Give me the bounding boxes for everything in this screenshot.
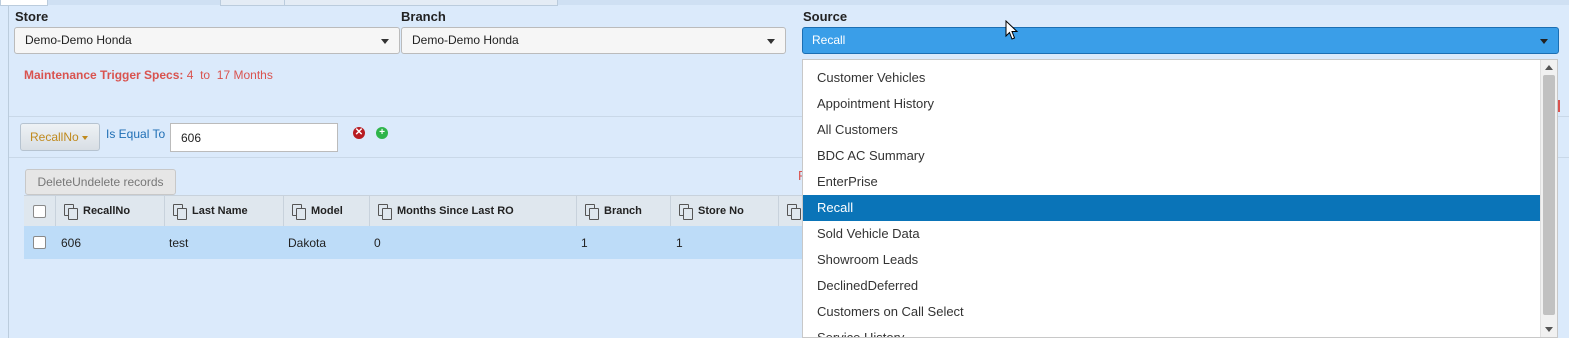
caret-down-icon xyxy=(81,135,88,140)
branch-select[interactable]: Demo-Demo Honda xyxy=(401,27,786,54)
column-header[interactable]: Months Since Last RO xyxy=(369,196,576,226)
dropdown-option[interactable]: Customers on Call Select xyxy=(803,299,1541,325)
trigger-unit: Months xyxy=(233,68,273,82)
dropdown-option[interactable]: Customer Vehicles xyxy=(803,65,1541,91)
copy-icon xyxy=(173,204,187,220)
dropdown-option[interactable]: All Customers xyxy=(803,117,1541,143)
branch-select-value: Demo-Demo Honda xyxy=(412,33,519,47)
trigger-label: Maintenance Trigger Specs: xyxy=(24,68,184,82)
cell-recallno: 606 xyxy=(61,235,82,250)
dropdown-option-selected[interactable]: Recall xyxy=(803,195,1541,221)
dropdown-scrollbar[interactable] xyxy=(1540,60,1557,337)
table-header: RecallNo Last Name Model Months Since La… xyxy=(24,195,814,226)
source-label: Source xyxy=(803,9,848,24)
tab[interactable] xyxy=(220,0,286,6)
column-header[interactable]: Model xyxy=(283,196,369,226)
dropdown-option[interactable]: BDC AC Summary xyxy=(803,143,1541,169)
cell-last-name: test xyxy=(169,235,189,250)
dropdown-option[interactable]: Service History xyxy=(803,325,1541,337)
store-select-value: Demo-Demo Honda xyxy=(25,33,132,47)
cell-store-no: 1 xyxy=(676,235,683,250)
dropdown-option[interactable]: Showroom Leads xyxy=(803,247,1541,273)
criteria-value-input[interactable] xyxy=(170,123,338,152)
field-select-button[interactable]: RecallNo xyxy=(20,123,100,151)
source-select[interactable]: Recall xyxy=(802,27,1559,54)
dropdown-option[interactable]: EnterPrise xyxy=(803,169,1541,195)
table-row[interactable]: 606 test Dakota 0 1 1 xyxy=(24,226,814,259)
store-select[interactable]: Demo-Demo Honda xyxy=(14,27,400,54)
select-all-cell xyxy=(24,196,55,226)
trigger-from: 4 xyxy=(186,68,194,82)
dropdown-option[interactable]: Sold Vehicle Data xyxy=(803,221,1541,247)
column-header[interactable]: Branch xyxy=(576,196,670,226)
cell-branch: 1 xyxy=(581,235,588,250)
scroll-up-arrow-icon[interactable] xyxy=(1545,65,1553,70)
copy-icon xyxy=(585,204,599,220)
tab[interactable] xyxy=(284,0,558,6)
column-header[interactable]: RecallNo xyxy=(55,196,164,226)
remove-circle-icon[interactable]: ✕ xyxy=(353,127,365,139)
results-table: RecallNo Last Name Model Months Since La… xyxy=(24,195,814,259)
dropdown-option[interactable]: Appointment History xyxy=(803,91,1541,117)
select-all-checkbox[interactable] xyxy=(33,204,46,218)
operator-label[interactable]: Is Equal To xyxy=(106,127,165,141)
row-checkbox[interactable] xyxy=(33,236,46,249)
copy-icon xyxy=(64,204,78,220)
source-dropdown-list[interactable]: Customer Vehicles Appointment History Al… xyxy=(802,59,1558,338)
scroll-down-arrow-icon[interactable] xyxy=(1545,327,1553,332)
dropdown-option[interactable]: DeclinedDeferred xyxy=(803,273,1541,299)
cell-model: Dakota xyxy=(288,235,327,250)
copy-icon xyxy=(679,204,693,220)
column-header[interactable]: Last Name xyxy=(164,196,283,226)
caret-down-icon xyxy=(1540,39,1548,44)
maintenance-trigger-specs: Maintenance Trigger Specs: 4 to 17 Month… xyxy=(24,68,273,82)
add-circle-icon[interactable]: + xyxy=(376,127,388,139)
scrollbar-thumb[interactable] xyxy=(1543,75,1555,315)
delete-undelete-button[interactable]: DeleteUndelete records xyxy=(25,169,176,195)
trigger-to: 17 xyxy=(216,68,231,82)
trigger-to-word: to xyxy=(200,68,211,82)
mouse-cursor-icon xyxy=(1005,20,1019,40)
source-select-value: Recall xyxy=(812,33,846,47)
column-header[interactable]: Store No xyxy=(670,196,778,226)
panel-border xyxy=(8,5,9,338)
caret-down-icon xyxy=(767,39,775,44)
copy-icon xyxy=(787,204,801,220)
branch-label: Branch xyxy=(401,9,446,24)
cell-months-since-last-ro: 0 xyxy=(374,235,381,250)
copy-icon xyxy=(292,204,306,220)
copy-icon xyxy=(378,204,392,220)
caret-down-icon xyxy=(381,39,389,44)
store-label: Store xyxy=(15,9,49,24)
field-select-label: RecallNo xyxy=(30,130,79,144)
